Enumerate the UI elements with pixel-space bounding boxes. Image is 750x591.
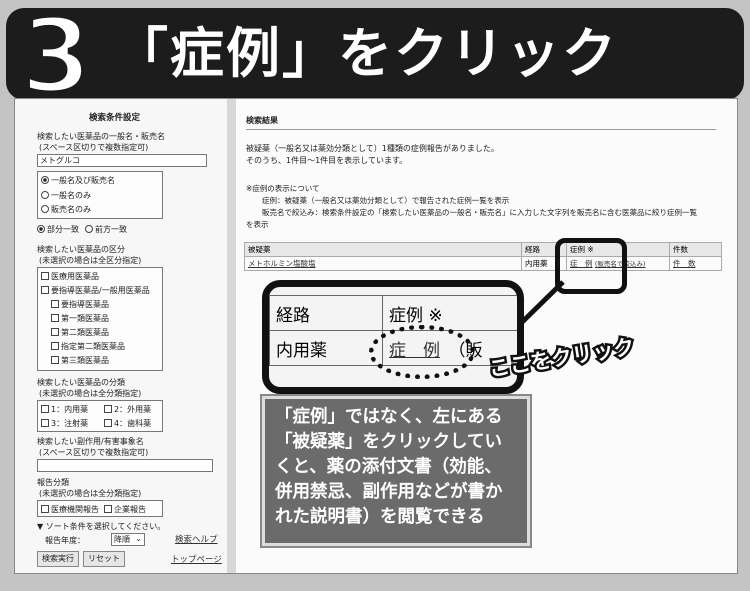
- zoom-header-row: 経路 症例 ※: [269, 295, 517, 331]
- zoom-header-case: 症例 ※: [382, 295, 517, 331]
- dotted-oval-highlight: [369, 325, 475, 379]
- zoom-header-route: 経路: [269, 295, 383, 331]
- caption-box: 「症例」ではなく、左にある「被疑薬」をクリックしていくと、薬の添付文書（効能、併…: [262, 396, 530, 546]
- zoom-route: 内用薬: [269, 330, 383, 366]
- zoom-callout: 経路 症例 ※ 内用薬 症 例 （販: [262, 280, 524, 394]
